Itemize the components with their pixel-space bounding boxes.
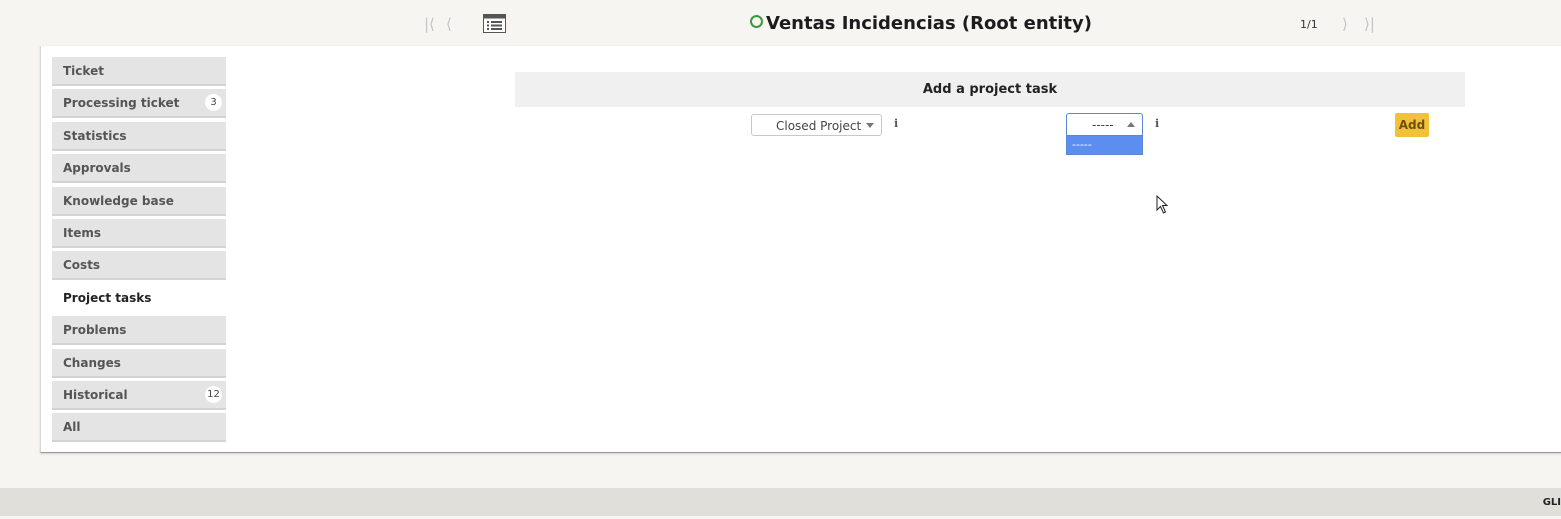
task-select-dropdown: ----- <box>1066 136 1143 155</box>
next-icon[interactable]: ⟩ <box>1342 14 1348 34</box>
sidebar-item-label: Statistics <box>63 128 127 143</box>
sidebar-item-label: All <box>63 420 81 435</box>
sidebar-item-label: Problems <box>63 323 127 338</box>
task-select[interactable]: ----- ----- <box>1066 113 1143 155</box>
main-panel: Ticket Processing ticket 3 Statistics App… <box>40 46 1561 453</box>
sidebar-item-knowledge-base[interactable]: Knowledge base <box>52 186 226 216</box>
sidebar-item-label: Ticket <box>63 64 104 78</box>
sidebar-item-label: Historical <box>63 387 128 402</box>
top-navigation: |⟨ ⟨ Ventas Incidencias (Root entity) 1/… <box>0 0 1561 46</box>
count-badge: 12 <box>205 385 222 403</box>
sidebar-item-label: Approvals <box>63 161 131 176</box>
footer: GLI <box>0 488 1561 516</box>
sidebar-item-problems[interactable]: Problems <box>52 316 226 346</box>
info-icon[interactable]: i <box>1155 117 1159 130</box>
section-title: Add a project task <box>515 72 1465 107</box>
sidebar-item-processing-ticket[interactable]: Processing ticket 3 <box>52 89 226 119</box>
sidebar-item-label: Knowledge base <box>63 193 174 208</box>
footer-text: GLI <box>1542 497 1561 508</box>
list-icon[interactable] <box>483 14 506 33</box>
sidebar: Ticket Processing ticket 3 Statistics App… <box>52 57 226 446</box>
task-select-value: ----- <box>1092 118 1114 132</box>
chevron-down-icon <box>866 123 874 128</box>
sidebar-item-approvals[interactable]: Approvals <box>52 154 226 184</box>
sidebar-item-changes[interactable]: Changes <box>52 348 226 378</box>
info-icon[interactable]: i <box>894 117 898 130</box>
task-option[interactable]: ----- <box>1067 136 1142 154</box>
sidebar-item-ticket[interactable]: Ticket <box>52 57 226 86</box>
project-select-value: Closed Project <box>776 119 862 133</box>
record-counter: 1/1 <box>1300 18 1318 31</box>
first-page-icon[interactable]: |⟨ <box>424 14 435 34</box>
sidebar-item-items[interactable]: Items <box>52 218 226 248</box>
page-title: Ventas Incidencias (Root entity) <box>750 13 1092 34</box>
sidebar-item-label: Items <box>63 225 101 240</box>
project-select[interactable]: Closed Project <box>751 114 882 136</box>
sidebar-item-historical[interactable]: Historical 12 <box>52 380 226 410</box>
sidebar-item-statistics[interactable]: Statistics <box>52 121 226 151</box>
count-badge: 3 <box>205 94 222 112</box>
sidebar-item-label: Project tasks <box>63 290 152 305</box>
task-select-box[interactable]: ----- <box>1066 113 1143 136</box>
sidebar-item-label: Processing ticket <box>63 96 180 111</box>
last-page-icon[interactable]: ⟩| <box>1364 14 1375 34</box>
sidebar-item-project-tasks[interactable]: Project tasks <box>52 283 226 313</box>
add-button[interactable]: Add <box>1395 113 1429 137</box>
previous-icon[interactable]: ⟨ <box>446 14 452 34</box>
mouse-cursor-icon <box>1156 195 1169 214</box>
chevron-up-icon <box>1127 122 1135 127</box>
sidebar-item-label: Costs <box>63 258 101 273</box>
status-circle-icon <box>750 15 763 28</box>
sidebar-item-label: Changes <box>63 355 121 370</box>
page-title-text: Ventas Incidencias (Root entity) <box>766 13 1092 34</box>
sidebar-item-all[interactable]: All <box>52 413 226 443</box>
sidebar-item-costs[interactable]: Costs <box>52 251 226 281</box>
